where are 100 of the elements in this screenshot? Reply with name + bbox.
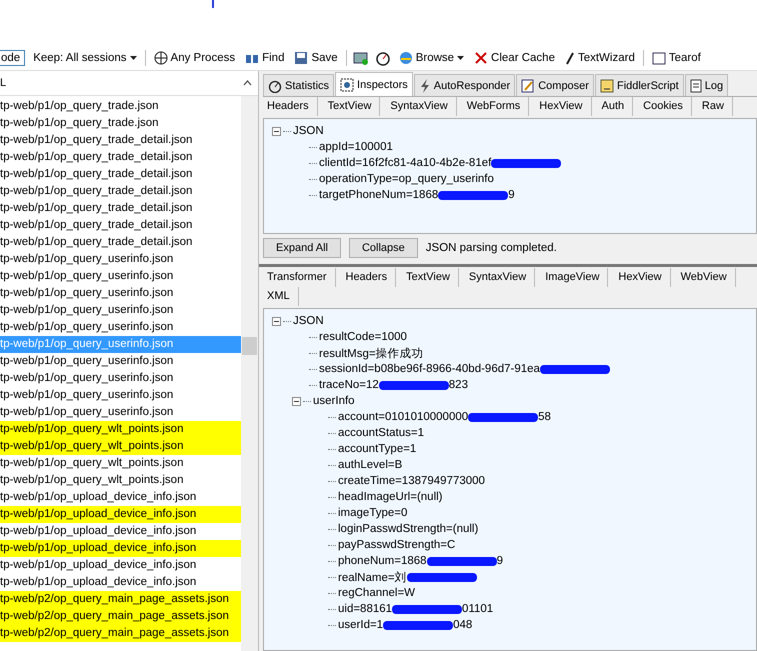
- inspector-tab[interactable]: Composer: [516, 74, 594, 96]
- session-row[interactable]: tp-web/p1/op_query_trade_detail.json: [0, 149, 241, 166]
- wizard-button[interactable]: TextWizard: [562, 51, 637, 65]
- tree-node[interactable]: JSON: [293, 125, 324, 137]
- column-header[interactable]: L: [0, 77, 6, 89]
- screenshot-icon[interactable]: [352, 50, 369, 66]
- response-view-tab[interactable]: Headers: [342, 268, 396, 287]
- session-row[interactable]: tp-web/p2/op_query_main_page_assets.json: [0, 625, 241, 642]
- request-view-tab[interactable]: Raw: [698, 97, 733, 116]
- session-row[interactable]: tp-web/p1/op_query_wlt_points.json: [0, 472, 241, 489]
- session-row[interactable]: tp-web/p1/op_query_userinfo.json: [0, 370, 241, 387]
- tree-node[interactable]: loginPasswdStrength=(null): [338, 523, 478, 535]
- session-row[interactable]: tp-web/p1/op_query_trade_detail.json: [0, 200, 241, 217]
- session-row[interactable]: tp-web/p1/op_upload_device_info.json: [0, 489, 241, 506]
- tree-node[interactable]: headImageUrl=(null): [338, 491, 443, 503]
- tree-node[interactable]: accountType=1: [338, 443, 416, 455]
- inspector-tab[interactable]: Statistics: [263, 74, 334, 96]
- tree-node[interactable]: operationType=op_query_userinfo: [319, 173, 494, 185]
- tree-node[interactable]: regChannel=W: [338, 587, 416, 599]
- collapse-icon[interactable]: [272, 126, 281, 136]
- request-view-tab[interactable]: WebForms: [462, 97, 530, 116]
- tree-node[interactable]: account=0101010000000: [338, 411, 468, 423]
- session-row[interactable]: tp-web/p1/op_query_wlt_points.json: [0, 438, 241, 455]
- request-view-tab[interactable]: Auth: [598, 97, 634, 116]
- tree-node[interactable]: createTime=1387949773000: [338, 475, 485, 487]
- tree-node[interactable]: accountStatus=1: [338, 427, 424, 439]
- session-row[interactable]: tp-web/p1/op_query_userinfo.json: [0, 387, 241, 404]
- browse-button[interactable]: Browse: [396, 51, 466, 65]
- session-row[interactable]: tp-web/p1/op_query_trade_detail.json: [0, 132, 241, 149]
- request-view-tab[interactable]: Cookies: [639, 97, 692, 116]
- collapse-icon[interactable]: [292, 396, 301, 406]
- mode-button[interactable]: ode: [0, 50, 26, 66]
- session-row[interactable]: tp-web/p1/op_query_trade.json: [0, 115, 241, 132]
- session-row[interactable]: tp-web/p1/op_query_userinfo.json: [0, 268, 241, 285]
- response-view-tab[interactable]: WebView: [676, 268, 736, 287]
- tree-node[interactable]: targetPhoneNum=1868: [319, 189, 438, 201]
- tree-node[interactable]: phoneNum=1868: [338, 555, 427, 567]
- clear-button[interactable]: Clear Cache: [472, 51, 557, 65]
- session-row[interactable]: tp-web/p2/op_query_main_page_assets.json: [0, 608, 241, 625]
- tree-node[interactable]: sessionId=b08be96f-8966-40bd-96d7-91ea: [319, 363, 540, 375]
- expand-all-button[interactable]: Expand All: [263, 238, 341, 258]
- tree-node-tail: 048: [453, 619, 472, 631]
- session-row[interactable]: tp-web/p1/op_query_userinfo.json: [0, 285, 241, 302]
- session-row[interactable]: tp-web/p1/op_query_trade.json: [0, 98, 241, 115]
- response-view-tab[interactable]: XML: [263, 287, 299, 306]
- tree-node[interactable]: JSON: [293, 315, 324, 327]
- session-row[interactable]: tp-web/p1/op_query_wlt_points.json: [0, 421, 241, 438]
- request-view-tab[interactable]: TextView: [324, 97, 380, 116]
- collapse-icon[interactable]: [272, 316, 281, 326]
- response-view-tab[interactable]: TextView: [402, 268, 459, 287]
- lightning-icon: [418, 78, 431, 92]
- session-row[interactable]: tp-web/p1/op_query_userinfo.json: [0, 251, 241, 268]
- session-row[interactable]: tp-web/p1/op_query_trade_detail.json: [0, 234, 241, 251]
- session-row[interactable]: tp-web/p2/op_query_main_page_assets.json: [0, 591, 241, 608]
- tree-node[interactable]: userId=1: [338, 619, 384, 631]
- inspector-tab[interactable]: FiddlerScript: [594, 74, 684, 96]
- keep-sessions-dropdown[interactable]: Keep: All sessions: [31, 52, 139, 64]
- session-row[interactable]: tp-web/p1/op_query_trade_detail.json: [0, 217, 241, 234]
- tree-node[interactable]: uid=88161: [338, 603, 392, 615]
- tree-node[interactable]: payPasswdStrength=C: [338, 539, 456, 551]
- session-row[interactable]: tp-web/p1/op_query_userinfo.json: [0, 353, 241, 370]
- inspector-tab[interactable]: Log: [684, 74, 728, 96]
- save-button[interactable]: Save: [292, 51, 340, 65]
- tree-node[interactable]: clientId=16f2fc81-4a10-4b2e-81ef: [319, 157, 492, 169]
- find-button[interactable]: Find: [243, 51, 286, 65]
- tree-node[interactable]: imageType=0: [338, 507, 408, 519]
- request-view-tab[interactable]: HexView: [535, 97, 592, 116]
- response-view-tab[interactable]: Transformer: [263, 268, 336, 287]
- response-view-tab[interactable]: SyntaxView: [464, 268, 536, 287]
- session-row[interactable]: tp-web/p1/op_query_wlt_points.json: [0, 455, 241, 472]
- response-view-tab[interactable]: ImageView: [541, 268, 608, 287]
- timer-icon[interactable]: [374, 50, 391, 66]
- session-row[interactable]: tp-web/p1/op_upload_device_info.json: [0, 540, 241, 557]
- scrollbar-thumb[interactable]: [242, 337, 257, 355]
- session-row[interactable]: tp-web/p1/op_query_userinfo.json: [0, 302, 241, 319]
- inspector-tab[interactable]: Inspectors: [335, 72, 413, 96]
- tree-node[interactable]: traceNo=12: [319, 379, 379, 391]
- tree-node[interactable]: appId=100001: [319, 141, 393, 153]
- session-row[interactable]: tp-web/p1/op_query_userinfo.json: [0, 404, 241, 421]
- crosshair-button[interactable]: Any Process: [152, 51, 238, 65]
- caret-icon: [457, 56, 464, 60]
- tree-node[interactable]: realName=刘: [338, 570, 407, 584]
- request-view-tab[interactable]: SyntaxView: [386, 97, 457, 116]
- session-row[interactable]: tp-web/p1/op_upload_device_info.json: [0, 506, 241, 523]
- inspector-tab[interactable]: AutoResponder: [414, 74, 516, 96]
- session-row[interactable]: tp-web/p1/op_upload_device_info.json: [0, 523, 241, 540]
- scroll-up-icon[interactable]: [243, 80, 252, 86]
- session-row[interactable]: tp-web/p1/op_query_trade_detail.json: [0, 183, 241, 200]
- tree-node[interactable]: resultMsg=操作成功: [319, 346, 424, 360]
- tree-node[interactable]: userInfo: [313, 395, 355, 407]
- response-view-tab[interactable]: HexView: [614, 268, 671, 287]
- tree-node[interactable]: resultCode=1000: [319, 331, 407, 343]
- collapse-button[interactable]: Collapse: [348, 238, 418, 258]
- session-row[interactable]: tp-web/p1/op_upload_device_info.json: [0, 574, 241, 591]
- session-row[interactable]: tp-web/p1/op_query_userinfo.json: [0, 319, 241, 336]
- session-row[interactable]: tp-web/p1/op_query_trade_detail.json: [0, 166, 241, 183]
- tearoff-button[interactable]: Tearof: [650, 51, 703, 65]
- session-row[interactable]: tp-web/p1/op_upload_device_info.json: [0, 557, 241, 574]
- tree-node[interactable]: authLevel=B: [338, 459, 402, 471]
- request-view-tab[interactable]: Headers: [263, 97, 318, 116]
